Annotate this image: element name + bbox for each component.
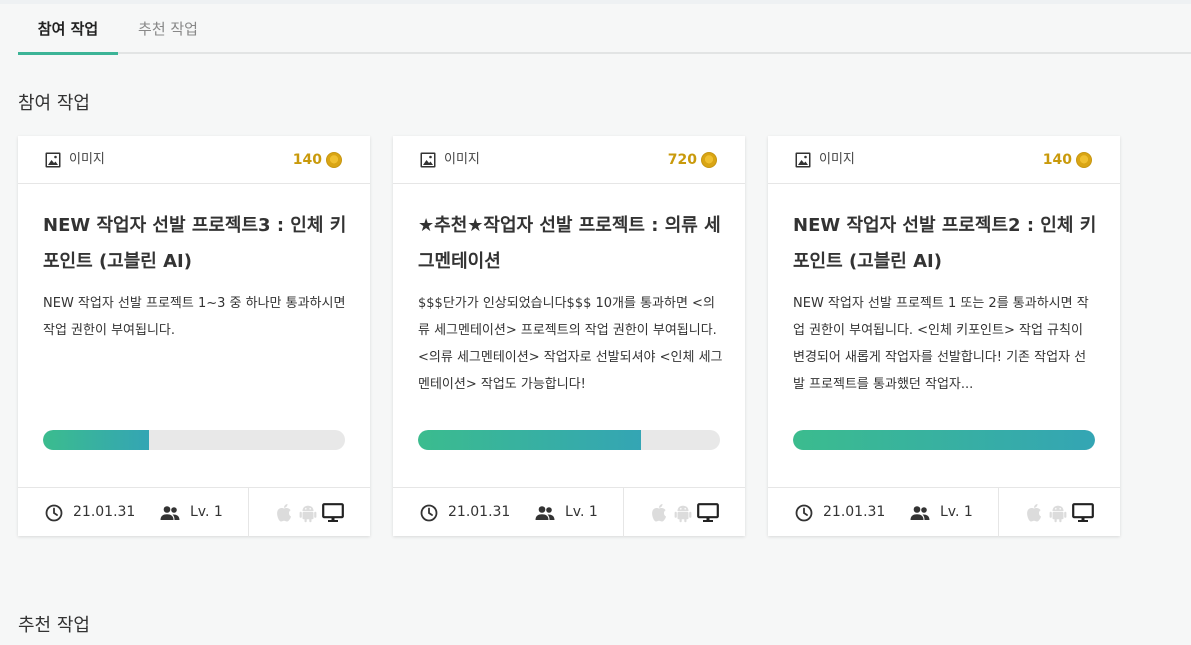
footer-divider: [248, 488, 249, 537]
coin-icon: [701, 152, 717, 168]
card-title[interactable]: NEW 작업자 선발 프로젝트2 : 인체 키포인트 (고블린 AI): [793, 208, 1098, 280]
android-icon: [674, 505, 692, 523]
clock-icon: [45, 504, 63, 522]
section-title-participating: 참여 작업: [18, 93, 90, 114]
card-header: 이미지 140: [768, 136, 1120, 184]
card-title[interactable]: ★추천★작업자 선발 프로젝트 : 의류 세그멘테이션: [418, 208, 723, 280]
reward-points: 140: [292, 152, 322, 168]
coin-icon: [1076, 152, 1092, 168]
card-header: 이미지 140: [18, 136, 370, 184]
card-description: $$$단가가 인상되었습니다$$$ 10개를 통과하면 <의류 세그멘테이션> …: [418, 296, 723, 392]
card-title[interactable]: NEW 작업자 선발 프로젝트3 : 인체 키포인트 (고블린 AI): [43, 208, 348, 280]
tab-recommended[interactable]: 추천 작업: [118, 14, 218, 54]
apple-icon: [652, 504, 666, 522]
monitor-icon: [1072, 503, 1094, 522]
reward-points: 140: [1042, 152, 1072, 168]
monitor-icon: [697, 503, 719, 522]
level-requirement: Lv. 1: [190, 504, 223, 520]
progress-bar: [418, 430, 720, 450]
people-icon: [910, 506, 930, 520]
tab-bar: 참여 작업 추천 작업: [18, 14, 1191, 55]
clock-icon: [795, 504, 813, 522]
progress-bar: [793, 430, 1095, 450]
due-date: 21.01.31: [823, 504, 886, 520]
apple-icon: [277, 504, 291, 522]
image-icon: [45, 152, 61, 168]
reward-points: 720: [667, 152, 697, 168]
section-title-recommended: 추천 작업: [18, 615, 90, 636]
type-label: 이미지: [444, 152, 480, 167]
card-description: NEW 작업자 선발 프로젝트 1~3 중 하나만 통과하시면 작업 권한이 부…: [43, 296, 346, 338]
tab-participating[interactable]: 참여 작업: [18, 14, 118, 55]
image-icon: [420, 152, 436, 168]
card-footer: 21.01.31 Lv. 1: [18, 487, 370, 537]
progress-fill: [43, 430, 149, 450]
type-label: 이미지: [69, 152, 105, 167]
clock-icon: [420, 504, 438, 522]
android-icon: [299, 505, 317, 523]
android-icon: [1049, 505, 1067, 523]
due-date: 21.01.31: [448, 504, 511, 520]
card-footer: 21.01.31 Lv. 1: [768, 487, 1120, 537]
footer-divider: [998, 488, 999, 537]
apple-icon: [1027, 504, 1041, 522]
card-footer: 21.01.31 Lv. 1: [393, 487, 745, 537]
image-icon: [795, 152, 811, 168]
coin-icon: [326, 152, 342, 168]
card-header: 이미지 720: [393, 136, 745, 184]
top-strip: [0, 0, 1191, 4]
task-card[interactable]: 이미지 720 ★추천★작업자 선발 프로젝트 : 의류 세그멘테이션 $$$단…: [393, 136, 745, 537]
footer-divider: [623, 488, 624, 537]
progress-bar: [43, 430, 345, 450]
due-date: 21.01.31: [73, 504, 136, 520]
level-requirement: Lv. 1: [940, 504, 973, 520]
card-description: NEW 작업자 선발 프로젝트 1 또는 2를 통과하시면 작업 권한이 부여됩…: [793, 296, 1089, 392]
level-requirement: Lv. 1: [565, 504, 598, 520]
progress-fill: [793, 430, 1095, 450]
task-card[interactable]: 이미지 140 NEW 작업자 선발 프로젝트3 : 인체 키포인트 (고블린 …: [18, 136, 370, 537]
people-icon: [160, 506, 180, 520]
task-card[interactable]: 이미지 140 NEW 작업자 선발 프로젝트2 : 인체 키포인트 (고블린 …: [768, 136, 1120, 537]
monitor-icon: [322, 503, 344, 522]
progress-fill: [418, 430, 642, 450]
people-icon: [535, 506, 555, 520]
type-label: 이미지: [819, 152, 855, 167]
